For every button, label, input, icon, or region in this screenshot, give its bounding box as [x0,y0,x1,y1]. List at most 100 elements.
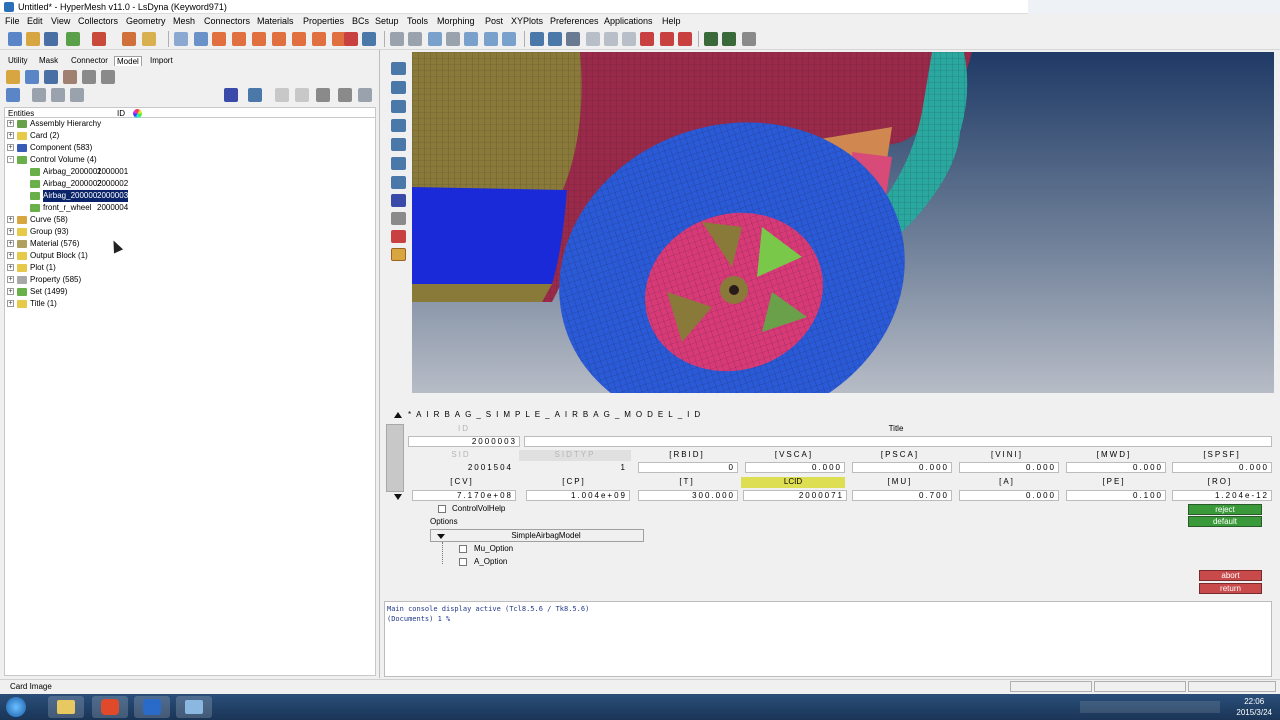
open-model-icon[interactable] [26,32,40,46]
view-icon[interactable] [344,32,358,46]
field-id[interactable]: 2000003 [408,436,520,447]
scroll-up-icon[interactable] [394,410,402,418]
field-cv[interactable]: 7.170e+08 [412,490,516,501]
tree-row-assembly[interactable]: + Assembly Hierarchy [5,118,375,130]
color-wheel-icon[interactable] [133,109,142,118]
panel-icon-4[interactable] [391,119,406,132]
field-cp[interactable]: 1.004e+09 [526,490,630,501]
collapse-all-icon[interactable] [51,88,65,102]
mesh-line-icon[interactable] [548,32,562,46]
new-model-icon[interactable] [8,32,22,46]
user-profile-icon[interactable] [122,32,136,46]
panel-icon-7[interactable] [391,176,406,189]
menu-geometry[interactable]: Geometry [126,16,166,26]
menu-view[interactable]: View [51,16,70,26]
menu-post[interactable]: Post [485,16,503,26]
field-spsf[interactable]: 0.000 [1172,462,1272,473]
select-icon[interactable] [295,88,309,102]
pan-icon[interactable] [428,32,442,46]
browser-hide-icon[interactable] [63,70,77,84]
menu-bcs[interactable]: BCs [352,16,369,26]
menu-morphing[interactable]: Morphing [437,16,475,26]
menu-preferences[interactable]: Preferences [550,16,599,26]
field-lcid[interactable]: 2000071 [743,490,847,501]
tab-mask[interactable]: Mask [37,56,60,65]
view-mode-icon[interactable] [6,88,20,102]
menu-edit[interactable]: Edit [27,16,43,26]
light-icon[interactable] [566,32,580,46]
field-vini[interactable]: 0.000 [959,462,1059,473]
expand-icon[interactable]: + [7,120,14,127]
expand-icon[interactable]: + [7,276,14,283]
save-model-icon[interactable] [44,32,58,46]
browser-card-icon[interactable] [6,70,20,84]
window-controls[interactable] [1028,0,1280,14]
axis-x-icon[interactable] [212,32,226,46]
field-pe[interactable]: 0.100 [1066,490,1166,501]
fit-icon[interactable] [390,32,404,46]
panel-icon-3[interactable] [391,100,406,113]
expand-icon[interactable]: + [7,252,14,259]
tab-connector[interactable]: Connector [69,56,110,65]
hand-icon[interactable] [446,32,460,46]
field-title[interactable] [524,436,1272,447]
expand-icon[interactable]: + [7,240,14,247]
tree-row-airbag-3-selected[interactable]: Airbag_2000003 2000003 [5,190,375,202]
controlvolhelp-checkbox[interactable] [438,505,446,513]
tree-row-group[interactable]: + Group (93) [5,226,375,238]
field-t[interactable]: 300.000 [638,490,738,501]
taskbar-window-icon[interactable] [176,696,212,718]
orbit-icon[interactable] [502,32,516,46]
start-button-icon[interactable] [6,697,26,717]
menu-properties[interactable]: Properties [303,16,344,26]
zoom-window-icon[interactable] [408,32,422,46]
show-eye-icon[interactable] [316,88,330,102]
field-rbid[interactable]: 0 [638,462,738,473]
sum-icon[interactable] [704,32,718,46]
tree-row-control-volume[interactable]: - Control Volume (4) [5,154,375,166]
sum-alt-icon[interactable] [722,32,736,46]
panel-icon-6[interactable] [391,157,406,170]
field-a[interactable]: 0.000 [959,490,1059,501]
expand-icon[interactable]: + [7,288,14,295]
tab-model[interactable]: Model [114,56,142,66]
shaded-cube-icon[interactable] [604,32,618,46]
tree-row-set[interactable]: + Set (1499) [5,286,375,298]
tree-options-icon[interactable] [70,88,84,102]
entity-type-icon[interactable] [248,88,262,102]
menu-materials[interactable]: Materials [257,16,294,26]
menu-mesh[interactable]: Mesh [173,16,195,26]
browser-isolate-icon[interactable] [44,70,58,84]
abort-button[interactable]: abort [1199,570,1262,581]
tree-row-component[interactable]: + Component (583) [5,142,375,154]
tcl-console[interactable]: Main console display active (Tcl8.5.6 / … [384,601,1272,677]
tree-row-title[interactable]: + Title (1) [5,298,375,310]
field-vsca[interactable]: 0.000 [745,462,845,473]
line-icon[interactable] [530,32,544,46]
graphics-viewport[interactable] [412,52,1274,393]
hide-eye-icon[interactable] [338,88,352,102]
menu-setup[interactable]: Setup [375,16,399,26]
menu-tools[interactable]: Tools [407,16,428,26]
import-icon[interactable] [66,32,80,46]
color-by-icon[interactable] [640,32,654,46]
axis-y-icon[interactable] [232,32,246,46]
tree-row-property[interactable]: + Property (585) [5,274,375,286]
undo-arrow-icon[interactable] [358,88,372,102]
axis-iso-icon[interactable] [272,32,286,46]
label-lcid[interactable]: LCID [741,477,845,488]
label-alt-icon[interactable] [391,230,406,243]
menu-file[interactable]: File [5,16,20,26]
view-save-icon[interactable] [362,32,376,46]
expand-icon[interactable]: + [7,264,14,271]
field-sidtyp[interactable]: 1 [522,462,630,473]
spin-icon[interactable] [484,32,498,46]
tree-row-airbag-2[interactable]: Airbag_2000002 2000002 [5,178,375,190]
collapse-icon[interactable]: - [7,156,14,163]
tab-import[interactable]: Import [148,56,175,65]
menu-help[interactable]: Help [662,16,681,26]
tree-row-card[interactable]: + Card (2) [5,130,375,142]
taskbar-explorer-icon[interactable] [48,696,84,718]
label-icon[interactable] [391,212,406,225]
entity-filter-icon[interactable] [224,88,238,102]
